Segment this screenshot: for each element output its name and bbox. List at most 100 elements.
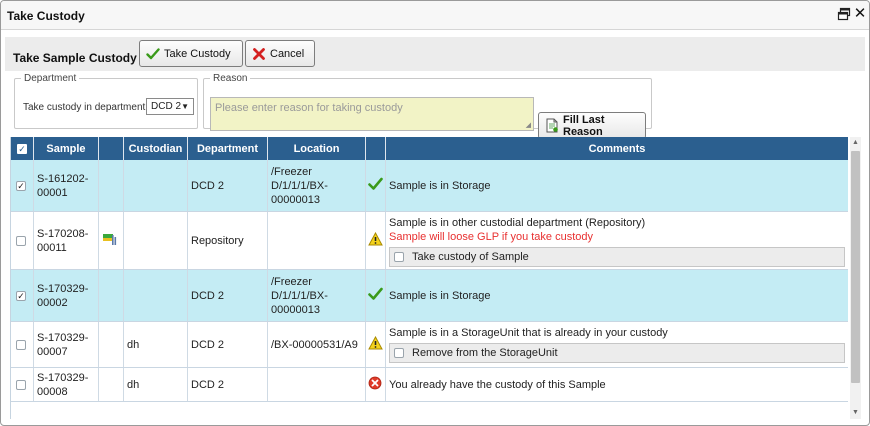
status-cell [366,368,386,401]
location-line: 00000013 [271,303,320,316]
location-line: /Freezer [271,165,312,178]
location-cell [268,368,366,401]
department-group: Department Take custody in department DC… [14,73,198,129]
flag-cell [99,368,124,401]
sample-id-part1: S-170329- [37,282,89,295]
close-icon[interactable]: ✕ [853,6,867,21]
cancel-button[interactable]: Cancel [245,40,315,67]
row-select-cell [11,160,34,211]
table-scrollbar[interactable]: ▲ ▼ [850,137,861,419]
flag-cell [99,322,124,367]
row-select-cell [11,270,34,321]
restore-window-icon[interactable] [837,7,851,21]
row-checkbox[interactable] [16,180,26,191]
remove-from-storage-checkbox[interactable] [394,348,404,358]
scroll-down-arrow-icon[interactable]: ▼ [850,407,861,419]
resize-handle-icon[interactable]: ◢ [526,121,531,129]
flag-cell [99,160,124,211]
dialog-titlebar: Take Custody ✕ [1,1,869,30]
comments-cell: Sample is in a StorageUnit that is alrea… [386,322,848,367]
table-row[interactable]: S-161202-00001 DCD 2 /FreezerD/1/1/1/BX-… [11,160,848,212]
row-checkbox[interactable] [16,339,26,350]
custodial-flag-icon[interactable] [102,232,118,250]
checkmark-icon [146,47,160,61]
take-custody-checkbox[interactable] [394,252,404,262]
error-icon [368,376,382,394]
column-header-location[interactable]: Location [268,137,366,160]
sample-cell: S-170329- 00002 [34,270,99,321]
scroll-up-arrow-icon[interactable]: ▲ [850,137,861,149]
glp-warning-text: Sample will loose GLP if you take custod… [389,231,594,243]
reason-group: Reason Please enter reason for taking cu… [203,73,652,139]
table-row[interactable]: S-170329-00002 DCD 2 /FreezerD/1/1/1/BX-… [11,270,848,322]
department-legend: Department [24,73,77,84]
location-cell: /Freezer D/1/1/1/BX- 00000013 [268,270,366,321]
warning-icon [368,335,383,354]
table-row[interactable]: S-170329- 00008 dh DCD 2 You already have… [11,368,848,402]
reason-legend: Reason [213,73,248,84]
department-cell: DCD 2 [188,160,268,211]
department-cell: Repository [188,212,268,269]
column-header-department[interactable]: Department [188,137,268,160]
dropdown-arrow-icon: ▼ [181,102,189,111]
sample-id-part1: S-170329- [37,371,89,384]
sample-id-part2: 00008 [37,385,68,398]
table-row[interactable]: S-170208- 00011 Repository Sample is in o… [11,212,848,270]
document-edit-icon [545,118,559,133]
column-header-flag [99,137,124,160]
table-row[interactable]: S-170329- 00007 dh DCD 2 /BX-00000531/A9 … [11,322,848,368]
row-checkbox[interactable] [16,235,26,246]
location-cell: /BX-00000531/A9 [268,322,366,367]
scrollbar-thumb[interactable] [851,151,860,383]
location-cell: /Freezer D/1/1/1/BX- 00000013 [268,160,366,211]
status-cell [366,160,386,211]
sample-id-part2: 00007 [37,345,68,358]
sample-cell: S-170208- 00011 [34,212,99,269]
department-select[interactable]: DCD 2 ▼ [146,98,194,115]
row-checkbox[interactable] [16,379,26,390]
select-all-checkbox[interactable] [17,143,27,154]
sample-id-part1: S-161202- [37,172,89,185]
column-header-status [366,137,386,160]
custodian-cell [124,270,188,321]
column-header-sample[interactable]: Sample [34,137,99,160]
check-icon [368,287,383,305]
sample-id-part2: 00011 [37,241,67,254]
fill-last-reason-button[interactable]: Fill Last Reason [538,112,646,139]
comment-text: Sample is in Storage [389,289,491,302]
location-line: D/1/1/1/BX- [271,289,328,302]
custodian-cell: dh [124,368,188,401]
row-select-cell [11,322,34,367]
fill-last-reason-label: Fill Last Reason [563,113,605,138]
select-all-header[interactable] [11,137,34,160]
comments-cell: Sample is in Storage [386,160,848,211]
row-select-cell [11,368,34,401]
location-line: /BX-00000531/A9 [271,338,358,351]
status-cell [366,322,386,367]
column-header-custodian[interactable]: Custodian [124,137,188,160]
comment-text: Sample is in a StorageUnit that is alrea… [389,327,668,339]
location-cell [268,212,366,269]
page-title: Take Sample Custody [13,51,137,65]
comment-text: Sample is in Storage [389,179,491,192]
location-line: 00000013 [271,193,320,206]
take-custody-option[interactable]: Take custody of Sample [389,247,845,267]
column-header-comments[interactable]: Comments [386,137,848,160]
take-custody-button[interactable]: Take Custody [139,40,243,67]
flag-cell [99,212,124,269]
department-cell: DCD 2 [188,270,268,321]
department-cell: DCD 2 [188,322,268,367]
custodian-cell [124,160,188,211]
remove-from-storage-option[interactable]: Remove from the StorageUnit [389,343,845,363]
reason-textarea[interactable]: Please enter reason for taking custody ◢ [210,97,534,131]
custodian-cell: dh [124,322,188,367]
flag-cell [99,270,124,321]
sample-cell: S-161202- 00001 [34,160,99,211]
take-custody-dialog: Take Custody ✕ Take Sample Custody Take … [0,0,870,426]
row-checkbox[interactable] [16,290,26,301]
comments-cell: Sample is in other custodial department … [386,212,848,269]
sample-cell: S-170329- 00008 [34,368,99,401]
cancel-label: Cancel [270,47,305,60]
take-custody-option-label: Take custody of Sample [412,251,529,263]
dialog-title: Take Custody [7,9,85,23]
